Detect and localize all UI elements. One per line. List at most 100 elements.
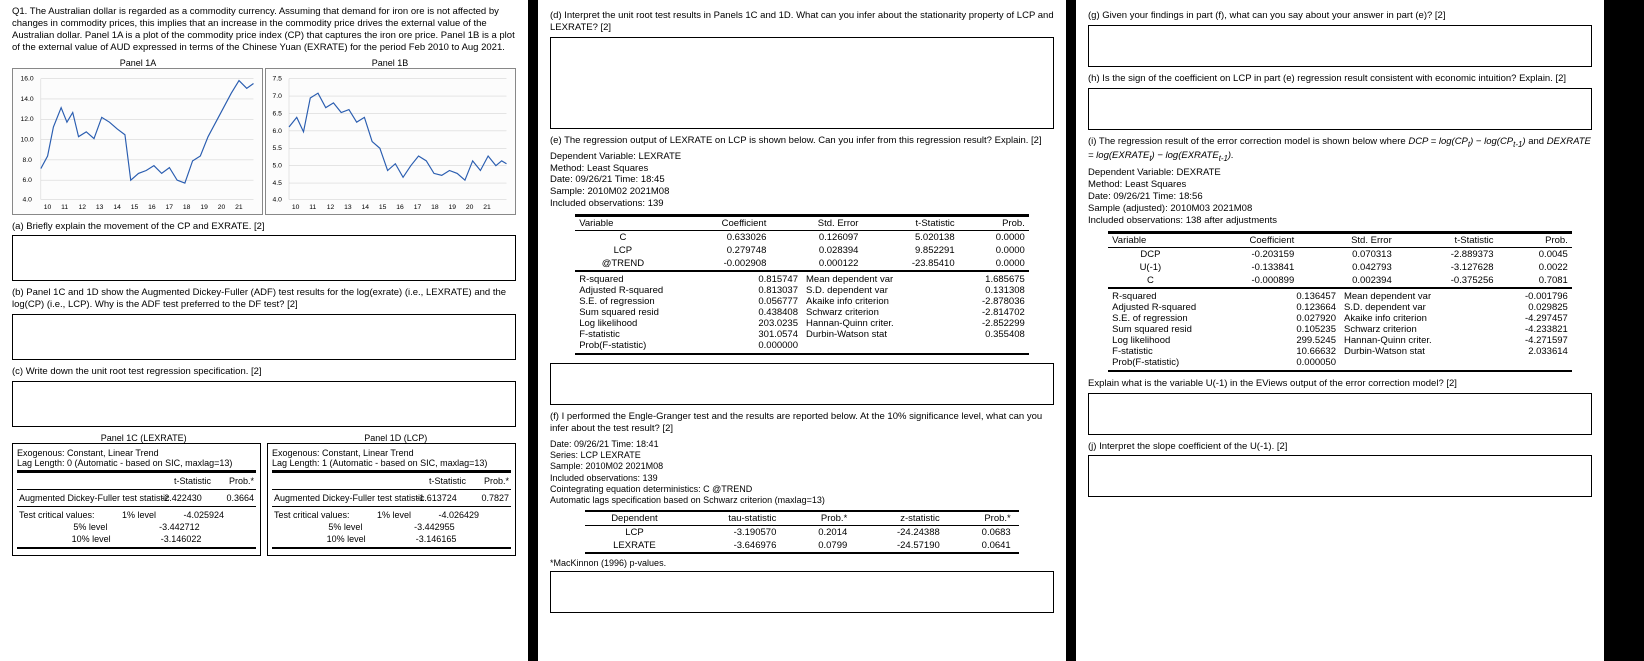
h-prob: Prob.* <box>229 476 254 486</box>
answer-box-d[interactable] <box>550 37 1054 129</box>
svg-text:12: 12 <box>79 204 87 211</box>
answer-box-b[interactable] <box>12 314 516 360</box>
adf-stat-lbl: Augmented Dickey-Fuller test statistic <box>19 493 137 503</box>
panel-1c-label: Panel 1C (LEXRATE) <box>101 433 187 443</box>
prompt-j: (j) Interpret the slope coefficient of t… <box>1088 441 1592 453</box>
svg-text:16: 16 <box>396 204 404 211</box>
lvl1: 1% level <box>122 510 156 520</box>
svg-text:15: 15 <box>379 204 387 211</box>
adf-exog: Exogenous: Constant, Linear Trend <box>17 448 256 458</box>
adf-tables: Exogenous: Constant, Linear Trend Lag Le… <box>12 443 516 556</box>
svg-text:8.0: 8.0 <box>22 156 32 163</box>
adf-c-prob: 0.3664 <box>226 493 254 503</box>
svg-text:11: 11 <box>61 204 68 211</box>
charts-row: 16.0 14.0 12.0 10.0 8.0 6.0 4.0 10 11 12 13 14 15 16 1… <box>12 68 516 215</box>
answer-box-f[interactable] <box>550 571 1054 613</box>
adf-lag-d: Lag Length: 1 (Automatic - based on SIC,… <box>272 458 511 468</box>
lvl5: 5% level <box>73 522 107 532</box>
reg-i-table: VariableCoefficientStd. Errort-Statistic… <box>1108 231 1572 288</box>
panel-1b-label: Panel 1B <box>372 58 409 68</box>
panel-labels-ab: Panel 1A Panel 1B <box>12 58 516 68</box>
h-tstat: t-Statistic <box>174 476 211 486</box>
chart-panel-1a: 16.0 14.0 12.0 10.0 8.0 6.0 4.0 10 11 12 13 14 15 16 1… <box>12 68 263 215</box>
svg-text:10: 10 <box>292 204 300 211</box>
prompt-i: (i) The regression result of the error c… <box>1088 136 1592 164</box>
table-row: U(-1)-0.1338410.042793-3.1276280.0022 <box>1108 261 1572 274</box>
prompt-f: (f) I performed the Engle-Granger test a… <box>550 411 1054 435</box>
prompt-b: (b) Panel 1C and 1D show the Augmented D… <box>12 287 516 311</box>
svg-text:6.0: 6.0 <box>22 177 32 184</box>
lvl10: 10% level <box>72 534 111 544</box>
adf-exog-d: Exogenous: Constant, Linear Trend <box>272 448 511 458</box>
prompt-c: (c) Write down the unit root test regres… <box>12 366 516 378</box>
svg-text:17: 17 <box>414 204 422 211</box>
table-row: @TREND-0.0029080.000122-23.854100.0000 <box>575 257 1029 271</box>
svg-text:14.0: 14.0 <box>21 95 34 102</box>
svg-text:17: 17 <box>166 204 174 211</box>
svg-text:4.0: 4.0 <box>22 196 32 203</box>
adf-table-1c: Exogenous: Constant, Linear Trend Lag Le… <box>12 443 261 556</box>
svg-text:18: 18 <box>183 204 191 211</box>
answer-box-g[interactable] <box>1088 25 1592 67</box>
adf-c-5: -3.442712 <box>159 522 200 532</box>
answer-box-j[interactable] <box>1088 455 1592 497</box>
q1-intro: Q1. The Australian dollar is regarded as… <box>12 6 516 54</box>
svg-text:12.0: 12.0 <box>21 116 34 123</box>
svg-text:14: 14 <box>113 204 121 211</box>
answer-box-h[interactable] <box>1088 88 1592 130</box>
svg-text:19: 19 <box>449 204 457 211</box>
svg-text:4.5: 4.5 <box>273 180 283 187</box>
reg-e-table: VariableCoefficientStd. Errort-Statistic… <box>575 214 1029 271</box>
answer-box-c[interactable] <box>12 381 516 427</box>
svg-text:7.0: 7.0 <box>273 93 283 100</box>
table-row: C-0.0008990.002394-0.3752560.7081 <box>1108 274 1572 288</box>
svg-text:11: 11 <box>309 204 316 211</box>
prompt-h: (h) Is the sign of the coefficient on LC… <box>1088 73 1592 85</box>
panel-titles-cd: Panel 1C (LEXRATE) Panel 1D (LCP) <box>12 433 516 443</box>
svg-text:13: 13 <box>344 204 352 211</box>
reg-e-meta: Dependent Variable: LEXRATE Method: Leas… <box>550 151 1054 210</box>
panel-1a-label: Panel 1A <box>120 58 157 68</box>
svg-text:15: 15 <box>131 204 139 211</box>
answer-box-i[interactable] <box>1088 393 1592 435</box>
prompt-i2: Explain what is the variable U(-1) in th… <box>1088 378 1592 390</box>
adf-c-1: -4.025924 <box>183 510 224 520</box>
svg-text:16.0: 16.0 <box>21 75 34 82</box>
prompt-e: (e) The regression output of LEXRATE on … <box>550 135 1054 147</box>
svg-text:18: 18 <box>431 204 439 211</box>
prompt-a: (a) Briefly explain the movement of the … <box>12 221 516 233</box>
panel-1d-label: Panel 1D (LCP) <box>364 433 427 443</box>
svg-text:13: 13 <box>96 204 104 211</box>
answer-box-a[interactable] <box>12 235 516 281</box>
table-row: C0.6330260.1260975.0201380.0000 <box>575 231 1029 244</box>
prompt-g: (g) Given your findings in part (f), wha… <box>1088 10 1592 22</box>
page-3: (g) Given your findings in part (f), wha… <box>1076 0 1604 661</box>
adf-c-10: -3.146022 <box>161 534 202 544</box>
adf-c-tstat: -2.422430 <box>161 493 202 503</box>
answer-box-e[interactable] <box>550 363 1054 405</box>
svg-text:16: 16 <box>148 204 156 211</box>
svg-text:5.5: 5.5 <box>273 145 283 152</box>
reg-i-meta: Dependent Variable: DEXRATEMethod: Least… <box>1088 167 1592 226</box>
svg-text:20: 20 <box>218 204 226 211</box>
mk-note: *MacKinnon (1996) p-values. <box>550 558 1054 568</box>
svg-text:4.0: 4.0 <box>273 196 283 203</box>
reg-e-stats: R-squared0.815747Mean dependent var1.685… <box>575 271 1029 355</box>
tcv-lbl: Test critical values: <box>19 510 95 520</box>
adf-d-prob: 0.7827 <box>481 493 509 503</box>
svg-text:6.0: 6.0 <box>273 127 283 134</box>
svg-text:21: 21 <box>483 204 491 211</box>
svg-text:20: 20 <box>466 204 474 211</box>
prompt-d: (d) Interpret the unit root test results… <box>550 10 1054 34</box>
page-1: Q1. The Australian dollar is regarded as… <box>0 0 528 661</box>
svg-text:10.0: 10.0 <box>21 136 34 143</box>
svg-text:7.5: 7.5 <box>273 75 283 82</box>
reg-i-stats: R-squared0.136457Mean dependent var-0.00… <box>1108 288 1572 372</box>
eg-table: Dependenttau-statisticProb.*z-statisticP… <box>585 510 1018 554</box>
chart-panel-1b: 7.57.06.56.05.55.04.54.01011121314151617… <box>265 68 516 215</box>
svg-text:10: 10 <box>44 204 52 211</box>
svg-text:21: 21 <box>235 204 243 211</box>
adf-lag-c: Lag Length: 0 (Automatic - based on SIC,… <box>17 458 256 468</box>
eg-meta: Date: 09/26/21 Time: 18:41Series: LCP LE… <box>550 439 1054 507</box>
adf-d-10: -3.146165 <box>416 534 457 544</box>
